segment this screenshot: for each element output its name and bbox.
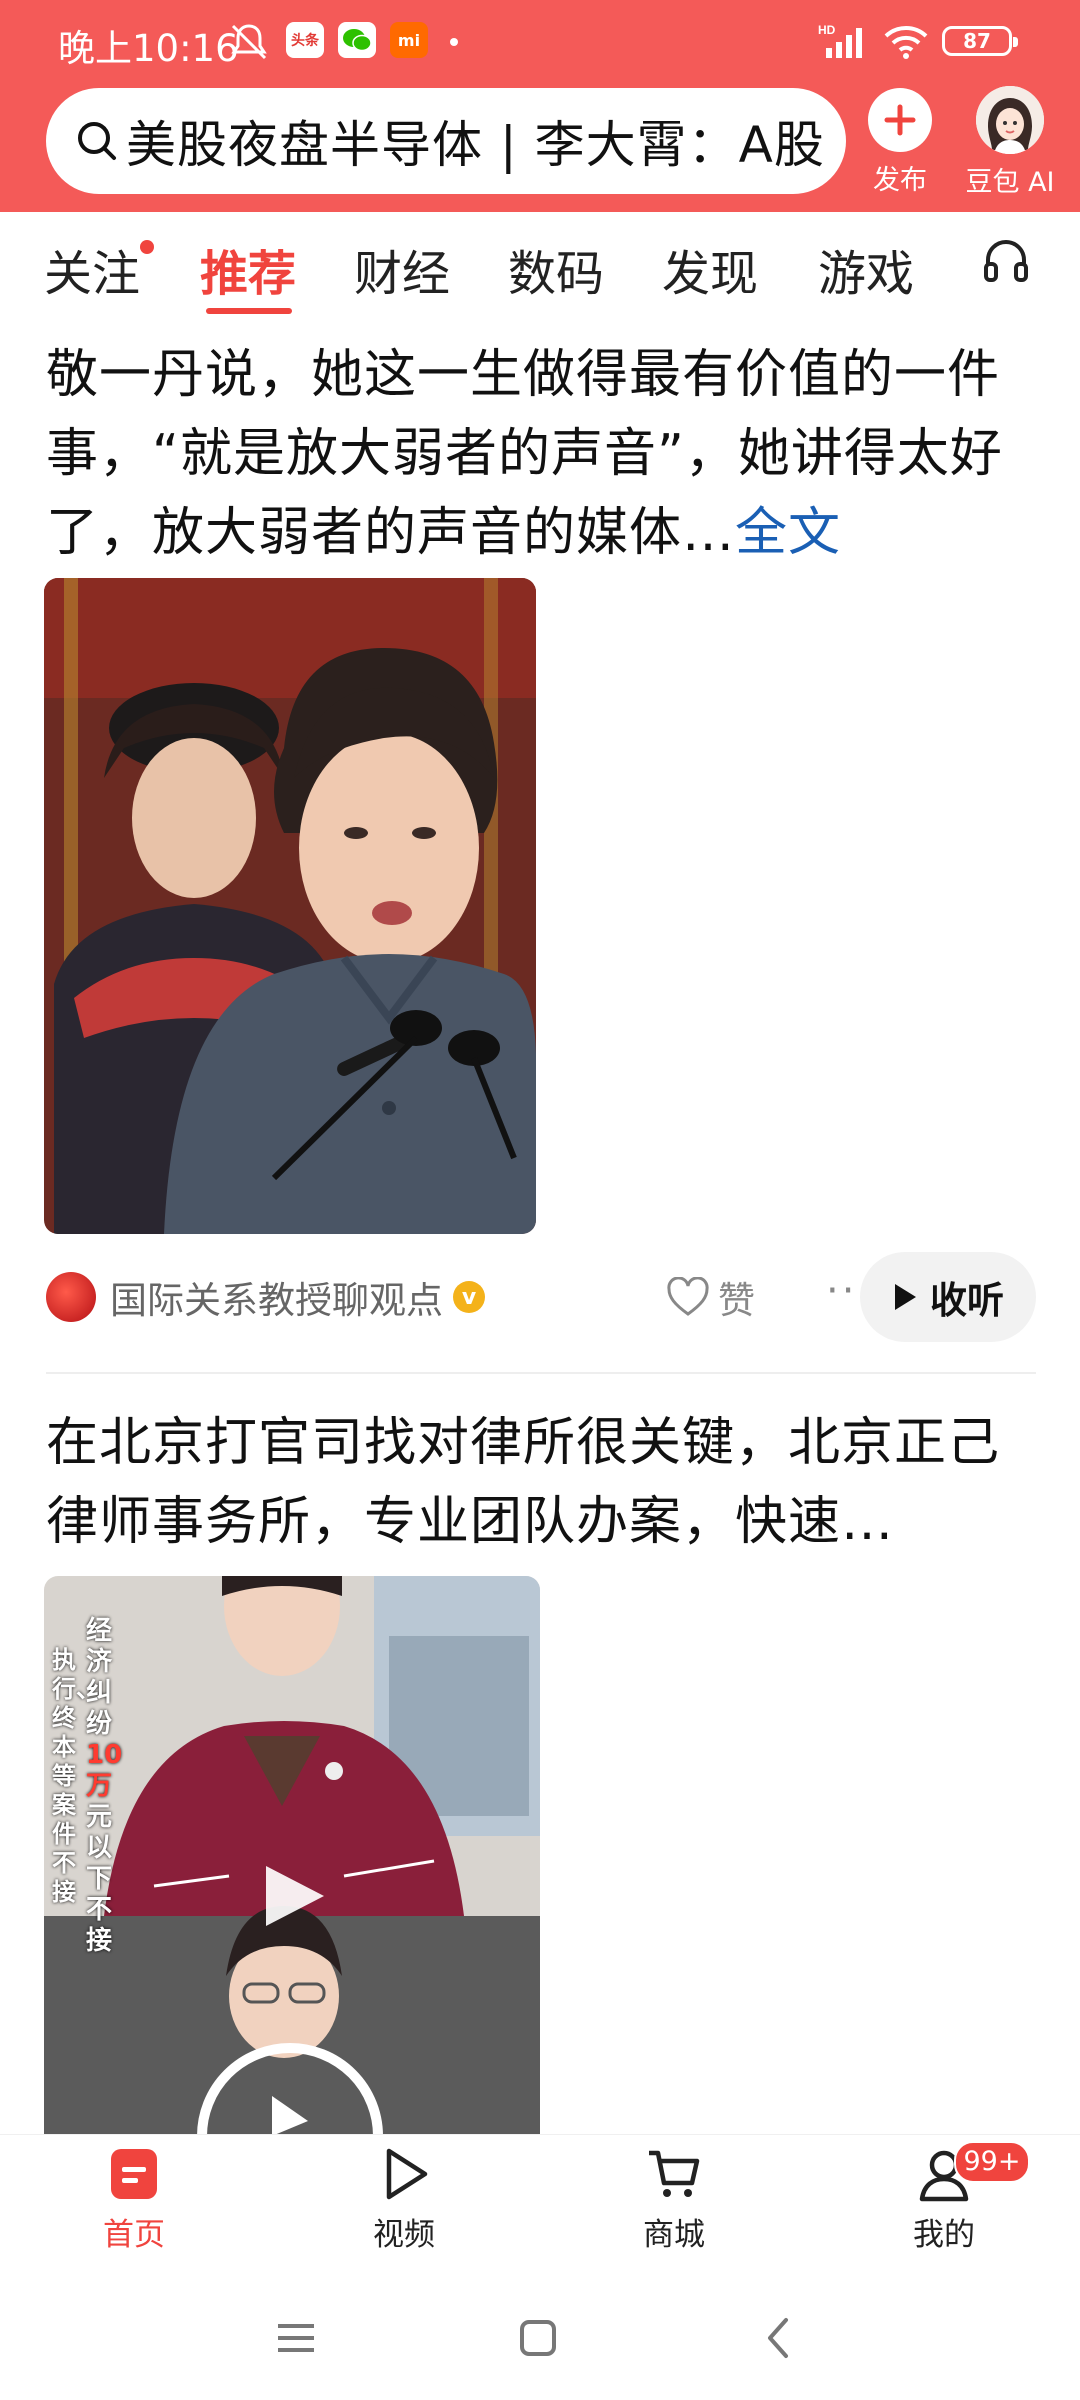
home-icon	[111, 2149, 157, 2199]
nav-mall[interactable]: 商城	[604, 2145, 744, 2254]
listen-label: 收听	[930, 1279, 1004, 1322]
nav-mall-label: 商城	[643, 2217, 705, 2253]
app-header: 晚上10:16 头条 mi HD 87 美股夜盘半导体 | 李大霄：A股 发布	[0, 0, 1080, 212]
tab-recommend[interactable]: 推荐	[200, 234, 296, 304]
like-button[interactable]: 赞	[666, 1262, 755, 1332]
source-name[interactable]: 国际关系教授聊观点	[110, 1270, 443, 1324]
search-icon	[78, 122, 116, 160]
article-title-text: 敬一丹说，她这一生做得最有价值的一件事，“就是放大弱者的声音”，她讲得太好了，放…	[46, 345, 1003, 563]
mute-icon	[226, 22, 272, 62]
bottom-navigation: 首页 视频 商城 我的 99+	[0, 2134, 1080, 2271]
back-icon[interactable]	[750, 2308, 810, 2368]
notification-badge: 99+	[954, 2141, 1030, 2183]
tab-follow[interactable]: 关注	[44, 234, 155, 304]
play-icon	[895, 1284, 916, 1310]
article-title[interactable]: 在北京打官司找对律所很关键，北京正己律师事务所，专业团队办案，快速…	[46, 1404, 1036, 1562]
nav-video-label: 视频	[373, 2217, 435, 2253]
card-divider	[46, 1372, 1036, 1374]
svg-text:HD: HD	[818, 23, 836, 37]
article-title[interactable]: 敬一丹说，她这一生做得最有价值的一件事，“就是放大弱者的声音”，她讲得太好了，放…	[46, 336, 1036, 573]
doubao-label: 豆包 AI	[965, 167, 1055, 198]
verified-badge-icon: v	[453, 1281, 485, 1313]
tab-digital[interactable]: 数码	[508, 234, 604, 304]
publish-label: 发布	[873, 165, 927, 196]
nav-home[interactable]: 首页	[64, 2145, 204, 2254]
like-label: 赞	[718, 1279, 755, 1322]
article-thumbnail[interactable]	[44, 578, 536, 1234]
active-tab-indicator	[206, 308, 292, 314]
home-square-icon[interactable]	[508, 2308, 568, 2368]
video-caption-highlight: 10万	[86, 1740, 123, 1801]
search-query-text: 美股夜盘半导体 | 李大霄：A股	[126, 116, 825, 174]
video-caption-right: 经济纠纷10万元以下不接	[86, 1616, 122, 1957]
nav-home-label: 首页	[103, 2217, 165, 2253]
wifi-icon	[882, 22, 930, 62]
plus-icon	[868, 88, 932, 152]
tab-finance[interactable]: 财经	[354, 234, 450, 304]
doubao-ai-button[interactable]: 豆包 AI	[946, 82, 1074, 199]
status-time: 晚上10:16	[58, 27, 239, 70]
article-meta-row: 国际关系教授聊观点 v 赞 ··· 收听	[46, 1252, 1036, 1342]
publish-button[interactable]: 发布	[840, 82, 960, 197]
channel-tabs: 关注 推荐 财经 数码 发现 游戏	[0, 212, 1080, 322]
menu-icon[interactable]	[266, 2308, 326, 2368]
mi-app-icon: mi	[390, 22, 428, 58]
video-caption-left: 执行、终本等案件不接	[52, 1646, 100, 1906]
nav-video[interactable]: 视频	[334, 2145, 474, 2254]
search-bar[interactable]: 美股夜盘半导体 | 李大霄：A股	[46, 88, 846, 194]
source-avatar[interactable]	[46, 1272, 96, 1322]
heart-icon	[667, 1277, 709, 1316]
headphone-icon[interactable]	[980, 234, 1032, 286]
doubao-avatar-icon	[976, 86, 1044, 154]
full-text-link[interactable]: 全文	[735, 503, 841, 563]
video-caption-tail: 元以下不接	[86, 1802, 113, 1956]
unread-dot	[140, 240, 155, 254]
system-navigation-bar	[0, 2270, 1080, 2400]
signal-icon: HD	[818, 22, 870, 62]
wechat-icon	[338, 22, 376, 58]
tab-discover[interactable]: 发现	[662, 234, 758, 304]
tab-games[interactable]: 游戏	[818, 234, 914, 304]
nav-mine[interactable]: 我的 99+	[874, 2141, 1030, 2254]
more-notifications-dot-icon	[448, 22, 460, 62]
listen-button[interactable]: 收听	[860, 1252, 1036, 1342]
cart-icon	[649, 2150, 700, 2197]
video-play-icon	[386, 2148, 428, 2200]
speaker-photo-image	[44, 578, 536, 1234]
status-bar: 晚上10:16 头条 mi HD 87	[0, 0, 1080, 84]
video-thumbnail[interactable]: 经济纠纷10万元以下不接 执行、终本等案件不接	[44, 1576, 540, 2136]
battery-indicator: 87	[942, 26, 1018, 56]
nav-mine-label: 我的	[913, 2217, 975, 2253]
tab-label: 关注	[44, 246, 141, 302]
toutiao-app-icon: 头条	[286, 22, 324, 58]
